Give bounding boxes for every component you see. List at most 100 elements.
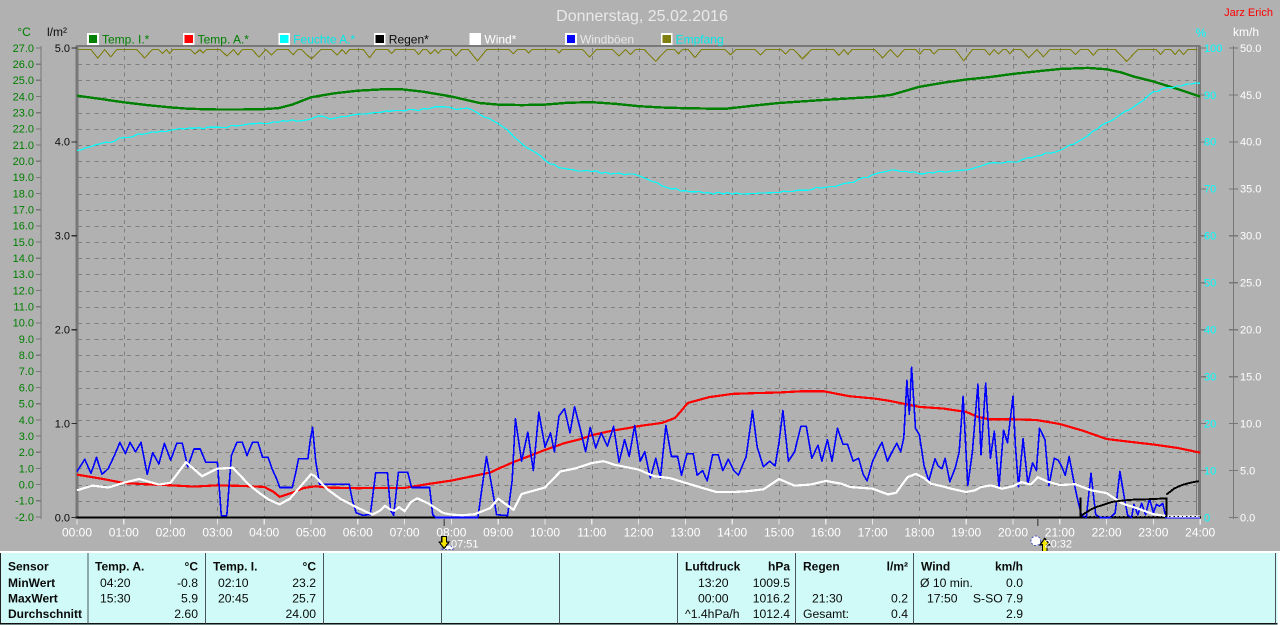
svg-text:5.9: 5.9 — [181, 592, 198, 606]
svg-text:l/m²: l/m² — [887, 560, 908, 574]
svg-text:23.2: 23.2 — [292, 576, 316, 590]
svg-text:20.0: 20.0 — [1240, 325, 1261, 337]
svg-text:40.0: 40.0 — [1240, 137, 1261, 149]
svg-text:17:00: 17:00 — [858, 526, 888, 540]
svg-text:^1.4hPa/h: ^1.4hPa/h — [685, 607, 740, 621]
svg-text:04:20: 04:20 — [100, 576, 131, 590]
svg-text:20:32: 20:32 — [1045, 539, 1073, 551]
svg-text:Gesamt:: Gesamt: — [803, 607, 849, 621]
svg-text:2.0: 2.0 — [55, 325, 70, 337]
svg-text:1.0: 1.0 — [19, 463, 34, 475]
svg-text:02:00: 02:00 — [156, 526, 186, 540]
svg-text:06:00: 06:00 — [343, 526, 373, 540]
svg-text:0.0: 0.0 — [1006, 576, 1023, 590]
svg-text:5.0: 5.0 — [1240, 465, 1255, 477]
svg-text:90: 90 — [1204, 90, 1216, 102]
svg-text:25.7: 25.7 — [292, 592, 316, 606]
svg-text:17:50: 17:50 — [927, 592, 958, 606]
svg-text:30: 30 — [1204, 372, 1216, 384]
svg-text:0.2: 0.2 — [891, 592, 908, 606]
svg-text:08:00: 08:00 — [436, 526, 466, 540]
svg-text:26.0: 26.0 — [13, 59, 34, 71]
svg-text:Temp. A.: Temp. A. — [95, 560, 144, 574]
svg-text:km/h: km/h — [1233, 25, 1259, 39]
svg-text:Jarz Erich: Jarz Erich — [1224, 7, 1273, 19]
svg-text:Regen*: Regen* — [389, 33, 429, 47]
svg-text:°C: °C — [185, 560, 199, 574]
svg-text:16.0: 16.0 — [13, 221, 34, 233]
svg-text:15.0: 15.0 — [1240, 372, 1261, 384]
svg-text:12:00: 12:00 — [624, 526, 654, 540]
svg-text:23.0: 23.0 — [13, 108, 34, 120]
svg-text:18.0: 18.0 — [13, 188, 34, 200]
svg-text:24:00: 24:00 — [1185, 526, 1215, 540]
svg-text:2.60: 2.60 — [174, 607, 198, 621]
svg-text:17.0: 17.0 — [13, 205, 34, 217]
svg-text:15:00: 15:00 — [764, 526, 794, 540]
svg-text:Luftdruck: Luftdruck — [685, 560, 741, 574]
svg-text:Wind*: Wind* — [484, 33, 516, 47]
svg-text:13.0: 13.0 — [13, 269, 34, 281]
svg-text:80: 80 — [1204, 137, 1216, 149]
svg-text:0.0: 0.0 — [1240, 512, 1255, 524]
svg-text:l/m²: l/m² — [47, 25, 67, 39]
svg-text:27.0: 27.0 — [13, 43, 34, 55]
svg-text:23:00: 23:00 — [1138, 526, 1168, 540]
svg-text:10:00: 10:00 — [530, 526, 560, 540]
svg-text:24.0: 24.0 — [13, 91, 34, 103]
svg-text:2.0: 2.0 — [19, 447, 34, 459]
svg-text:20:45: 20:45 — [218, 592, 249, 606]
svg-text:0.4: 0.4 — [891, 607, 908, 621]
svg-text:7.0: 7.0 — [19, 366, 34, 378]
svg-text:14.0: 14.0 — [13, 253, 34, 265]
svg-text:S-SO 7.9: S-SO 7.9 — [973, 592, 1023, 606]
svg-text:MinWert: MinWert — [8, 576, 55, 590]
svg-text:50.0: 50.0 — [1240, 43, 1261, 55]
svg-text:4.0: 4.0 — [55, 137, 70, 149]
svg-text:20:00: 20:00 — [998, 526, 1028, 540]
svg-text:70: 70 — [1204, 184, 1216, 196]
svg-text:13:20: 13:20 — [698, 576, 729, 590]
svg-text:2.9: 2.9 — [1006, 607, 1023, 621]
svg-text:09:00: 09:00 — [483, 526, 513, 540]
svg-text:15.0: 15.0 — [13, 237, 34, 249]
svg-text:Donnerstag, 25.02.2016: Donnerstag, 25.02.2016 — [556, 8, 728, 25]
svg-text:1012.4: 1012.4 — [753, 607, 790, 621]
svg-text:0: 0 — [1204, 512, 1210, 524]
svg-text:-0.8: -0.8 — [177, 576, 198, 590]
svg-text:22.0: 22.0 — [13, 124, 34, 136]
svg-text:40: 40 — [1204, 325, 1216, 337]
svg-text:10.0: 10.0 — [13, 318, 34, 330]
svg-text:km/h: km/h — [995, 560, 1023, 574]
svg-text:1009.5: 1009.5 — [753, 576, 790, 590]
svg-text:Wind: Wind — [921, 560, 950, 574]
svg-text:Regen: Regen — [803, 560, 840, 574]
svg-text:3.0: 3.0 — [19, 431, 34, 443]
svg-text:45.0: 45.0 — [1240, 90, 1261, 102]
svg-text:10.0: 10.0 — [1240, 418, 1261, 430]
svg-text:24.00: 24.00 — [286, 607, 317, 621]
svg-text:5.0: 5.0 — [19, 399, 34, 411]
svg-text:18:00: 18:00 — [904, 526, 934, 540]
svg-text:00:00: 00:00 — [62, 526, 92, 540]
svg-text:15:30: 15:30 — [100, 592, 131, 606]
svg-text:00:00: 00:00 — [698, 592, 729, 606]
svg-text:21.0: 21.0 — [13, 140, 34, 152]
svg-text:3.0: 3.0 — [55, 231, 70, 243]
svg-text:%: % — [1196, 26, 1207, 40]
svg-text:19.0: 19.0 — [13, 172, 34, 184]
svg-text:14:00: 14:00 — [717, 526, 747, 540]
svg-text:Windböen: Windböen — [580, 33, 634, 47]
svg-text:Empfang: Empfang — [676, 33, 724, 47]
svg-text:21:00: 21:00 — [1045, 526, 1075, 540]
svg-text:25.0: 25.0 — [1240, 278, 1261, 290]
svg-text:-1.0: -1.0 — [15, 496, 34, 508]
svg-text:Temp. I.*: Temp. I.* — [102, 33, 150, 47]
svg-text:22:00: 22:00 — [1092, 526, 1122, 540]
svg-text:6.0: 6.0 — [19, 382, 34, 394]
svg-text:8.0: 8.0 — [19, 350, 34, 362]
svg-text:Sensor: Sensor — [8, 560, 49, 574]
svg-text:°C: °C — [17, 25, 31, 39]
svg-text:12.0: 12.0 — [13, 285, 34, 297]
svg-text:°C: °C — [303, 560, 317, 574]
